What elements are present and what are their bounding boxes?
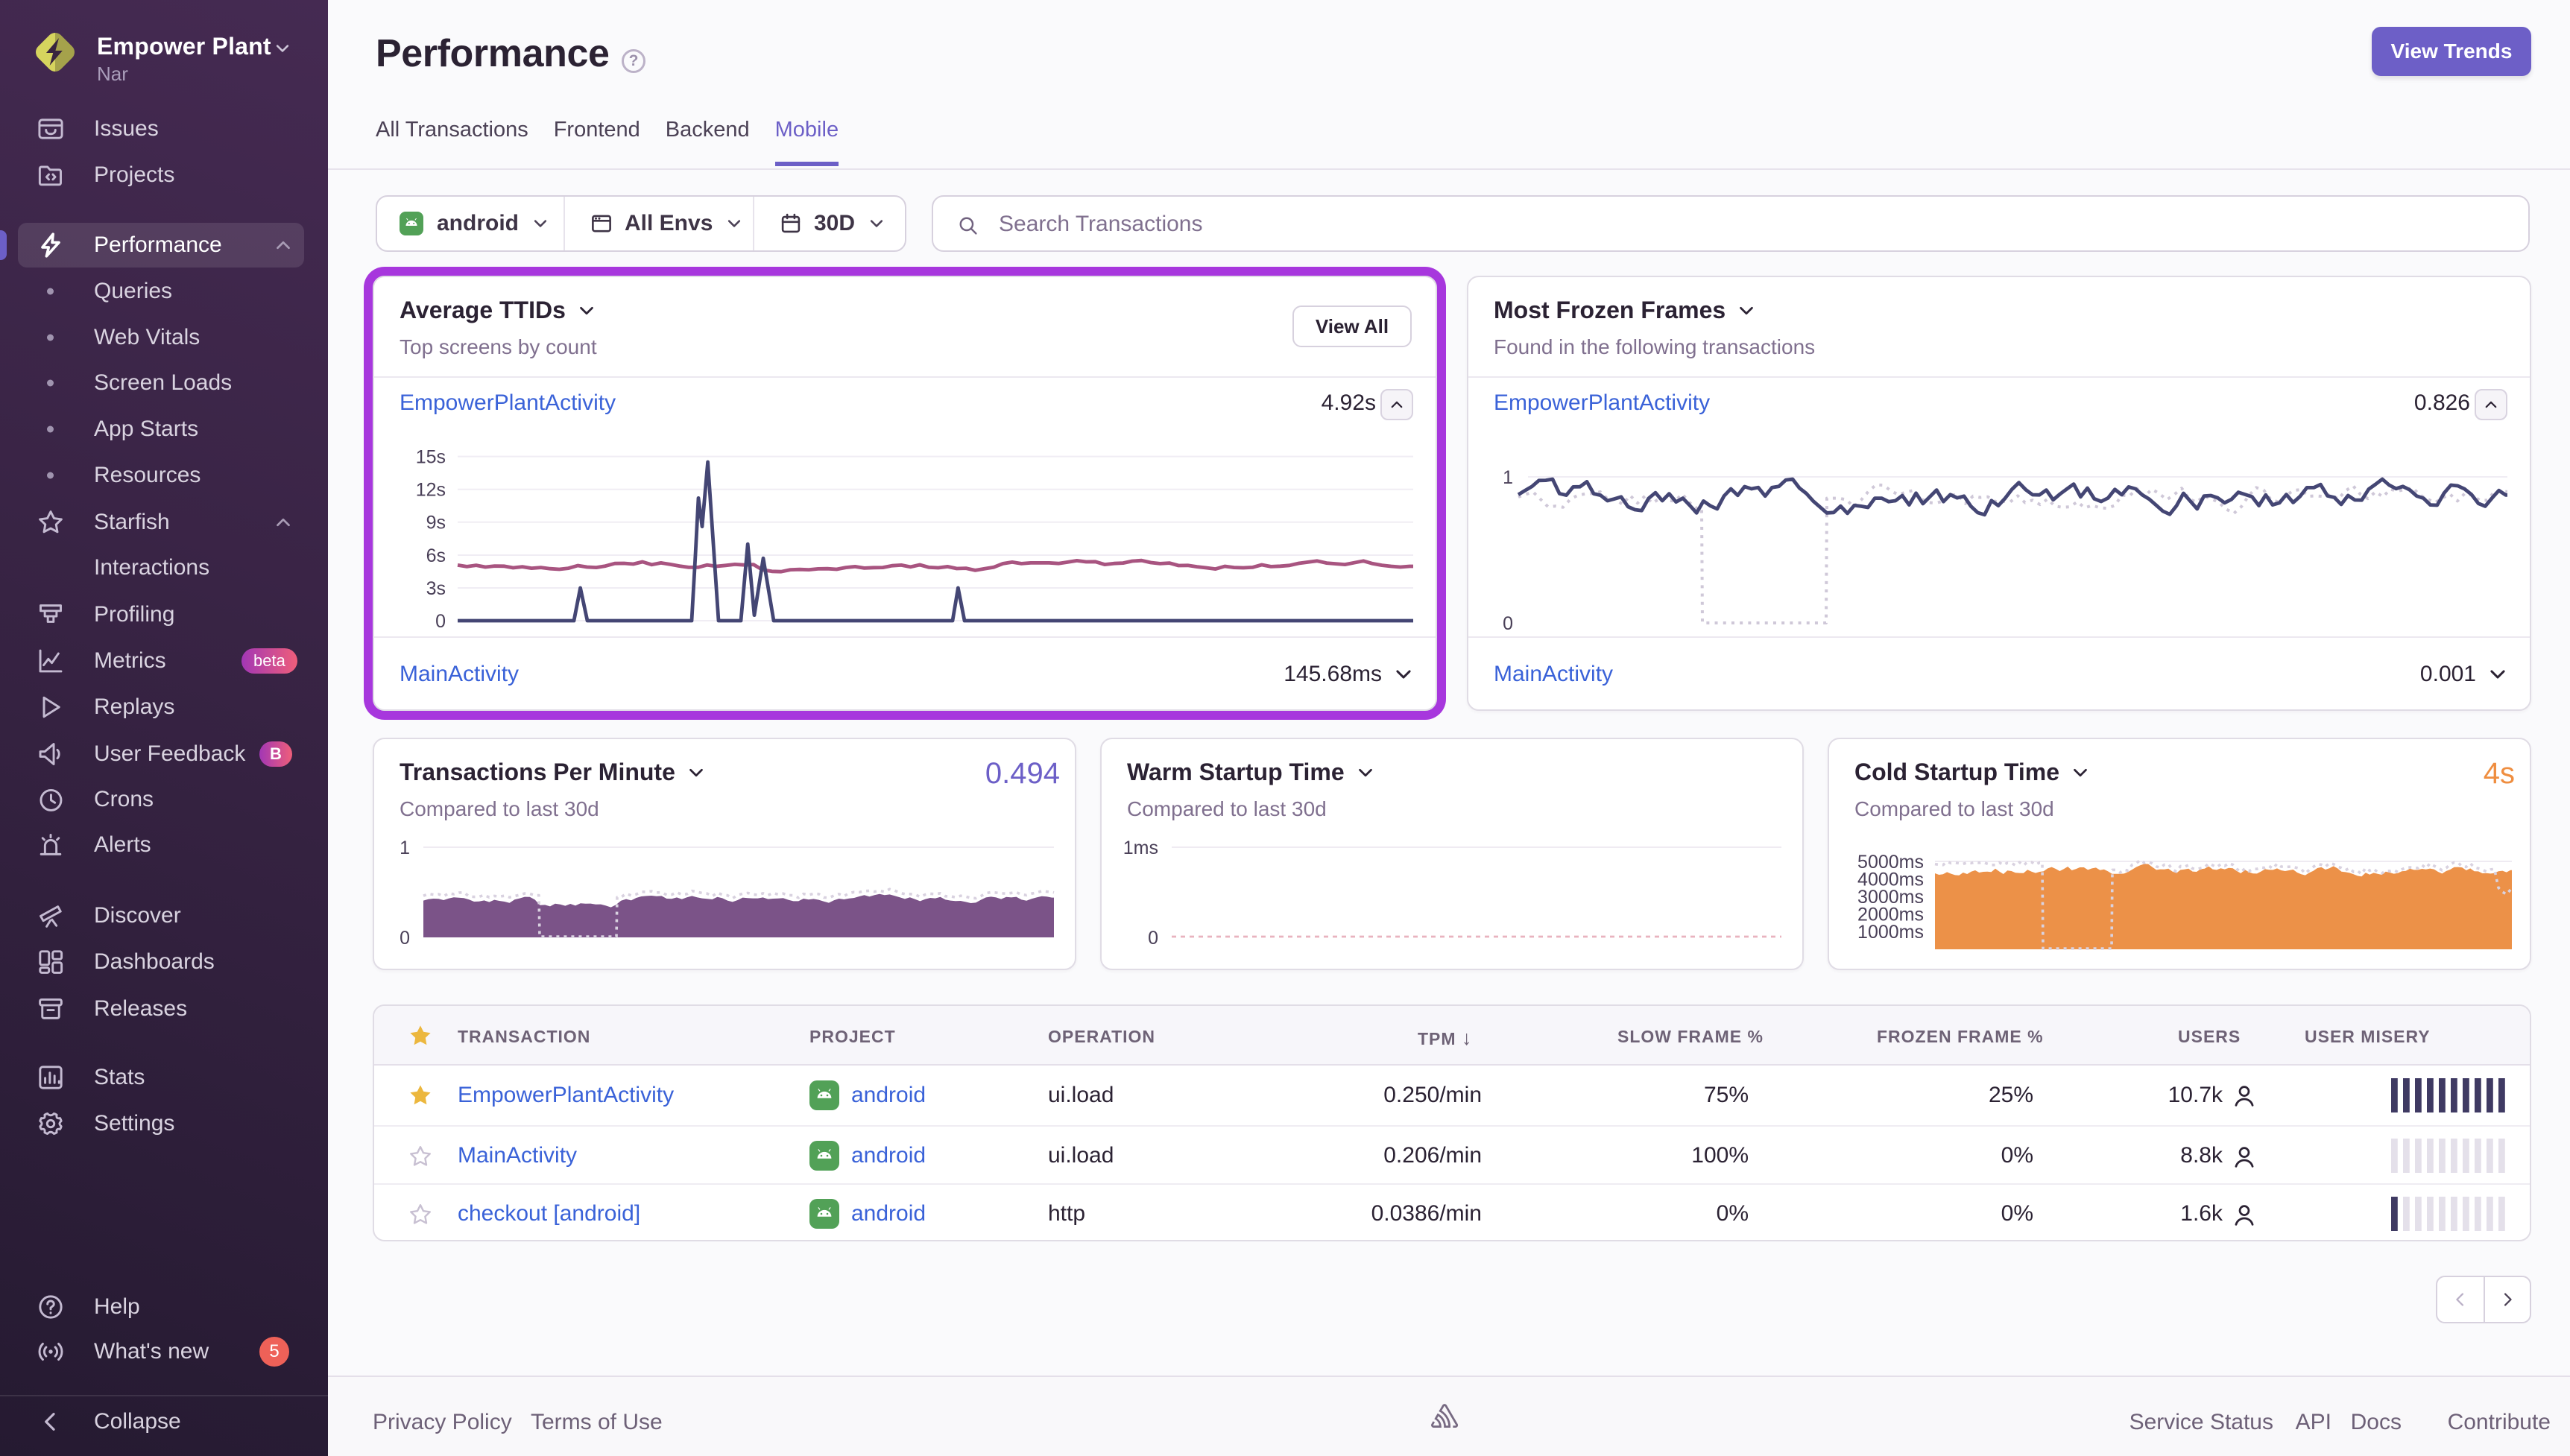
svg-text:0: 0 [1148,928,1158,949]
svg-text:0: 0 [435,611,446,632]
svg-text:2000ms: 2000ms [1857,905,1924,925]
svg-text:12s: 12s [416,480,446,501]
svg-text:1000ms: 1000ms [1857,922,1924,943]
svg-text:1: 1 [400,838,410,858]
svg-text:15s: 15s [416,446,446,467]
svg-text:5000ms: 5000ms [1857,852,1924,873]
svg-text:9s: 9s [426,513,446,534]
svg-text:3s: 3s [426,578,446,599]
svg-text:1ms: 1ms [1123,838,1158,858]
svg-text:0: 0 [400,928,410,949]
svg-text:6s: 6s [426,545,446,566]
svg-text:0: 0 [1503,613,1513,634]
svg-text:4000ms: 4000ms [1857,869,1924,890]
svg-text:3000ms: 3000ms [1857,887,1924,908]
svg-text:1: 1 [1503,467,1513,488]
